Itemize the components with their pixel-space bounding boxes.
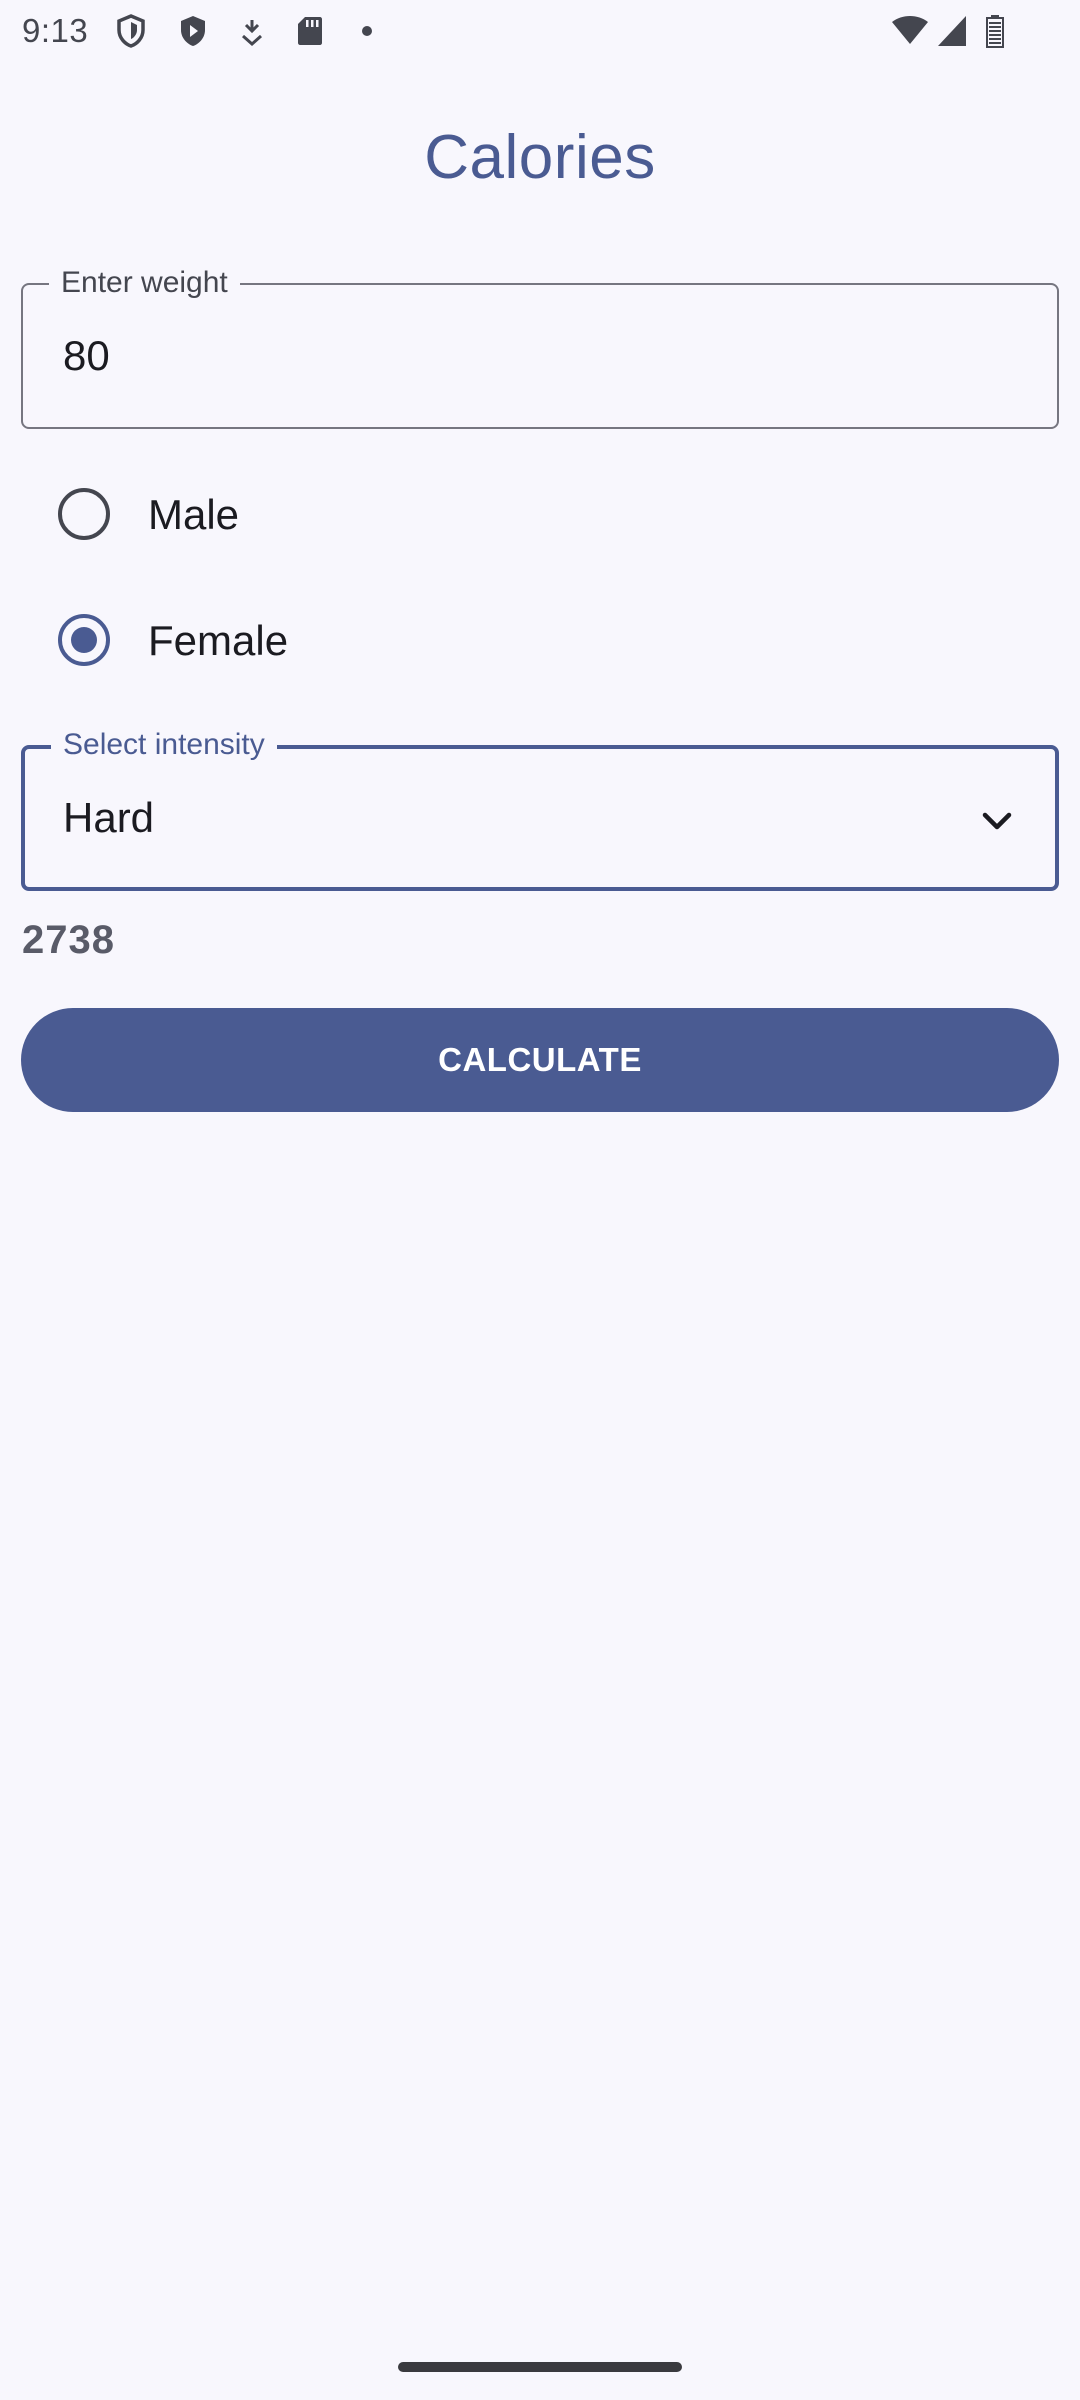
radio-label-female: Female — [148, 617, 289, 664]
wifi-icon — [890, 14, 930, 48]
radio-male[interactable]: Male — [50, 474, 650, 554]
shield-outline-icon — [116, 14, 146, 48]
radio-button-female[interactable] — [58, 614, 110, 666]
status-bar: 9:13 — [0, 0, 1080, 64]
intensity-dropdown[interactable]: Select intensity Hard — [21, 727, 1059, 891]
page-title: Calories — [424, 123, 656, 192]
shield-play-icon — [178, 14, 208, 48]
download-icon — [240, 14, 264, 48]
weight-field-label: Enter weight — [49, 265, 240, 301]
radio-female[interactable]: Female — [50, 600, 650, 680]
calculate-button[interactable]: CALCULATE — [21, 1008, 1059, 1112]
gesture-navigation-bar[interactable] — [398, 2362, 682, 2372]
radio-label-male: Male — [148, 491, 240, 538]
calories-result: 2738 — [22, 918, 115, 962]
cell-signal-icon — [936, 14, 968, 48]
intensity-value: Hard — [63, 794, 155, 841]
battery-icon — [984, 14, 1006, 48]
sd-card-icon — [296, 14, 324, 48]
dot-icon — [360, 14, 374, 48]
status-time: 9:13 — [22, 12, 89, 49]
radio-button-male[interactable] — [58, 488, 110, 540]
intensity-field-label: Select intensity — [51, 727, 277, 763]
weight-field[interactable]: Enter weight 80 — [21, 265, 1059, 429]
chevron-down-icon[interactable] — [977, 801, 1017, 841]
weight-input[interactable]: 80 — [63, 331, 110, 381]
